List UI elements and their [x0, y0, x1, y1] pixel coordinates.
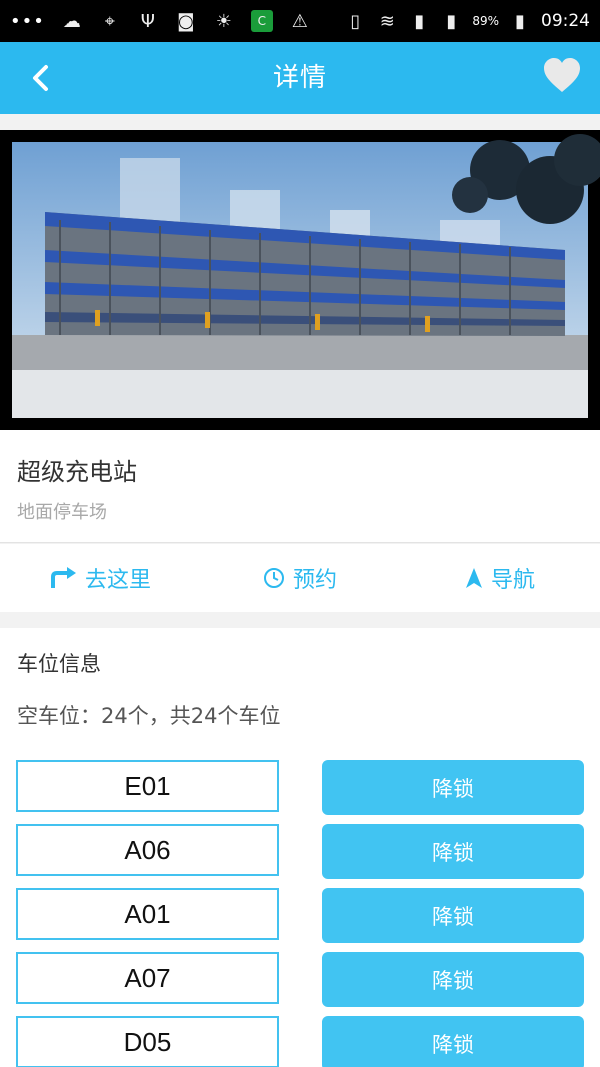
- station-name: 超级充电站: [17, 458, 137, 486]
- more-dots-icon: •••: [10, 10, 45, 32]
- page-title: 详情: [272, 63, 327, 93]
- parking-garage-photo: [0, 130, 600, 430]
- weather-sun-icon: ☀: [215, 10, 232, 32]
- lower-lock-button[interactable]: 降锁: [322, 824, 584, 879]
- weather-cloud-icon: ☁: [62, 10, 81, 32]
- chevron-left-icon[interactable]: [20, 58, 60, 98]
- parking-summary: 空车位：24个，共24个车位: [17, 704, 281, 728]
- station-info: 超级充电站 地面停车场: [0, 430, 600, 543]
- spot-code: A01: [16, 888, 279, 940]
- usb-icon: Ψ: [140, 10, 155, 32]
- go-here-label: 去这里: [84, 568, 151, 593]
- spot-code: D05: [16, 1016, 279, 1067]
- app-bar: 详情: [0, 42, 600, 114]
- sim2-icon: ▮: [446, 10, 457, 32]
- gps-icon: ⌖: [104, 10, 115, 32]
- heart-icon[interactable]: [540, 54, 584, 98]
- turn-right-arrow-icon: [50, 567, 76, 588]
- battery-icon: ▮: [515, 10, 525, 32]
- parking-spot-list: E01 降锁 A06 降锁 A01 降锁 A07 降锁 D05 降锁: [16, 760, 584, 1067]
- parking-spot-row: D05 降锁: [16, 1016, 584, 1067]
- spot-code: A06: [16, 824, 279, 876]
- clock-icon: [263, 568, 284, 588]
- navigate-label: 导航: [490, 568, 535, 593]
- parking-info-section: 车位信息 空车位：24个，共24个车位 E01 降锁 A06 降锁 A01 降锁…: [0, 628, 600, 1067]
- sim1-icon: ▮: [414, 10, 425, 32]
- action-bar: 去这里 预约 导航: [0, 544, 600, 612]
- app-notification-icon: C: [250, 10, 273, 32]
- parking-spot-row: A01 降锁: [16, 888, 584, 943]
- parking-spot-row: E01 降锁: [16, 760, 584, 815]
- lower-lock-button[interactable]: 降锁: [322, 760, 584, 815]
- go-here-button[interactable]: 去这里: [0, 544, 200, 612]
- lower-lock-button[interactable]: 降锁: [322, 952, 584, 1007]
- parking-info-title: 车位信息: [17, 652, 101, 676]
- station-type: 地面停车场: [17, 502, 107, 523]
- screenshot-icon: ◙: [177, 10, 195, 32]
- parking-spot-row: A06 降锁: [16, 824, 584, 879]
- lower-lock-button[interactable]: 降锁: [322, 888, 584, 943]
- reserve-button[interactable]: 预约: [200, 544, 400, 612]
- navigate-button[interactable]: 导航: [400, 544, 600, 612]
- status-bar: ••• ☁ ⌖ Ψ ◙ ☀ C ⚠ ▯ ≋ ▮ ▮ 89% ▮ 09:24: [0, 0, 600, 42]
- navigation-arrow-icon: [465, 568, 482, 588]
- clock-time: 09:24: [541, 11, 590, 31]
- warning-icon: ⚠: [291, 10, 308, 32]
- spot-code: A07: [16, 952, 279, 1004]
- spot-code: E01: [16, 760, 279, 812]
- wifi-icon: ≋: [379, 10, 395, 32]
- reserve-label: 预约: [292, 568, 337, 593]
- lower-lock-button[interactable]: 降锁: [322, 1016, 584, 1067]
- vibrate-icon: ▯: [350, 10, 361, 32]
- battery-percent: 89%: [472, 14, 499, 28]
- parking-spot-row: A07 降锁: [16, 952, 584, 1007]
